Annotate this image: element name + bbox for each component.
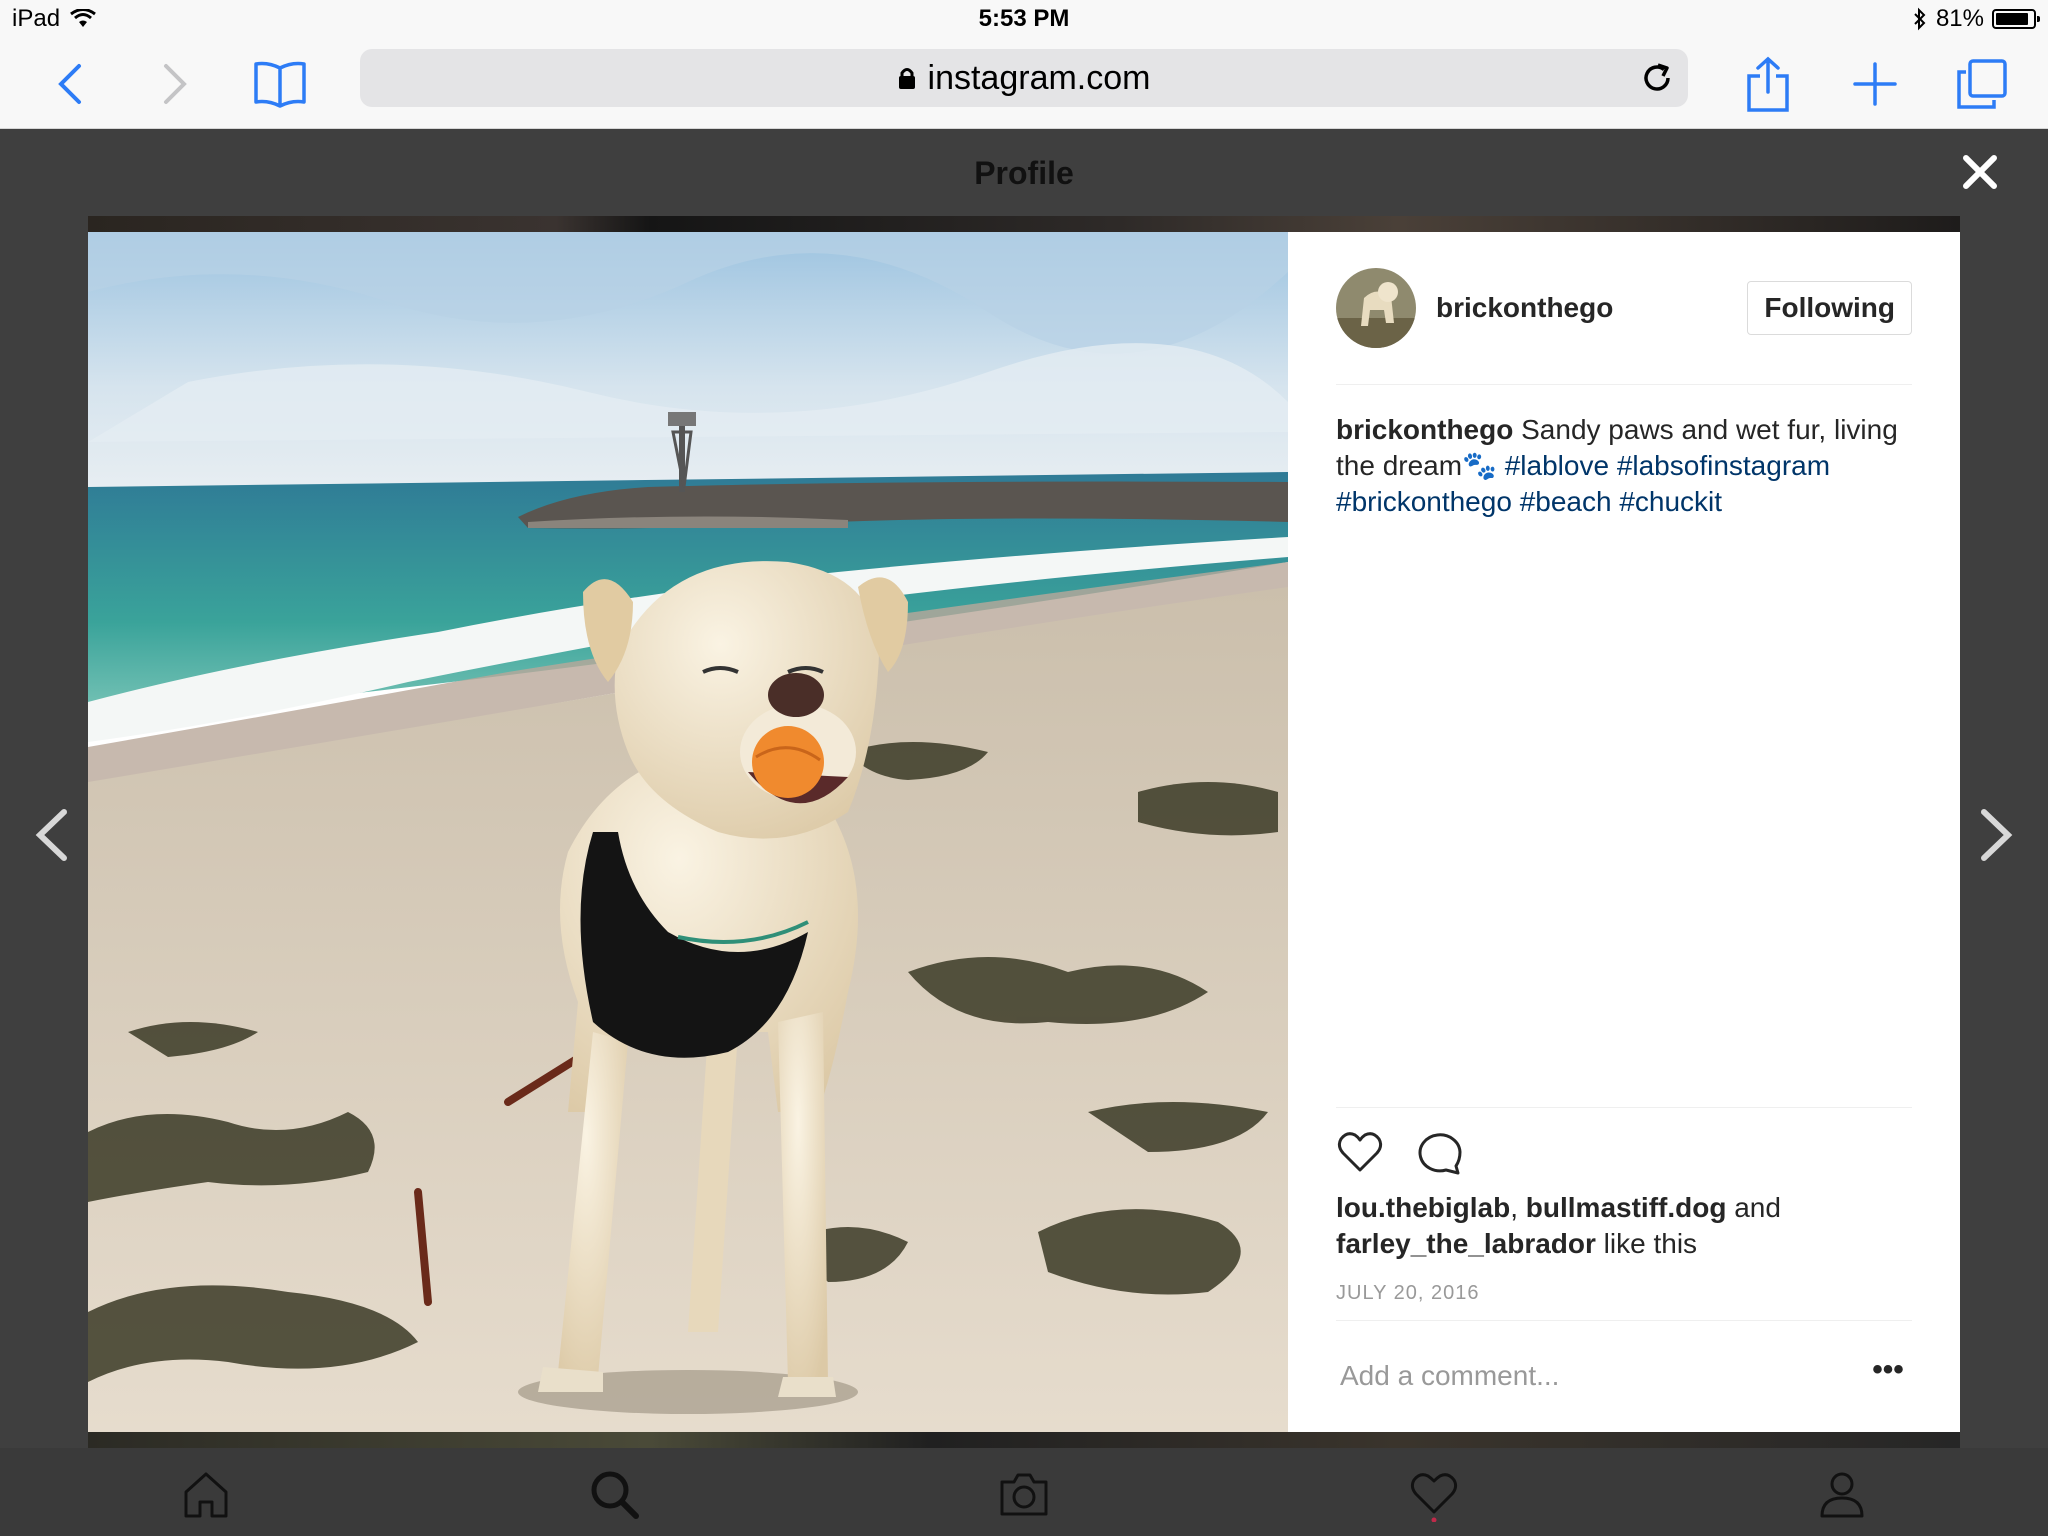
post-date[interactable]: JULY 20, 2016: [1336, 1282, 1479, 1305]
new-tab-button[interactable]: [1845, 54, 1905, 114]
url-text: instagram.com: [927, 58, 1151, 97]
likes-suffix: like this: [1603, 1228, 1698, 1259]
comment-icon[interactable]: [1416, 1128, 1464, 1176]
comment-area: •••: [1336, 1320, 1912, 1433]
likes-summary: lou.thebiglab, bullmastiff.dog and farle…: [1336, 1190, 1912, 1262]
heart-icon[interactable]: [1336, 1128, 1384, 1176]
battery-icon: [1992, 9, 2040, 29]
post-modal: brickonthego Following brickonthego Sand…: [88, 232, 1960, 1432]
hashtag-link[interactable]: #lablove: [1505, 450, 1609, 481]
liker-username[interactable]: farley_the_labrador: [1336, 1228, 1596, 1259]
background-thumbnails-bottom: [88, 1432, 1960, 1448]
previous-post-icon[interactable]: [22, 800, 82, 870]
camera-icon[interactable]: [996, 1466, 1052, 1522]
back-button[interactable]: [40, 54, 100, 114]
post-details-panel: brickonthego Following brickonthego Sand…: [1288, 232, 1960, 1432]
status-time: 5:53 PM: [978, 5, 1070, 32]
lock-icon: [898, 68, 915, 89]
close-icon[interactable]: [1958, 150, 2002, 194]
likes-separator: ,: [1510, 1192, 1518, 1223]
hashtag-link[interactable]: #brickonthego: [1336, 486, 1512, 517]
address-bar[interactable]: instagram.com: [360, 49, 1688, 107]
post-caption: brickonthego Sandy paws and wet fur, liv…: [1336, 412, 1912, 520]
hashtag-link[interactable]: #chuckit: [1619, 486, 1722, 517]
status-right: 81%: [1912, 5, 2040, 33]
home-icon[interactable]: [178, 1466, 234, 1522]
following-button[interactable]: Following: [1747, 281, 1912, 335]
caption-username[interactable]: brickonthego: [1336, 414, 1513, 445]
beach-dog-photo: [88, 232, 1288, 1432]
share-button[interactable]: [1738, 54, 1798, 114]
hashtag-link[interactable]: #beach: [1520, 486, 1612, 517]
background-thumbnails-top: [88, 216, 1960, 232]
profile-icon[interactable]: [1814, 1466, 1870, 1522]
overlay-title: Profile: [974, 155, 1074, 191]
search-icon[interactable]: [586, 1466, 642, 1522]
plus-icon: [1853, 62, 1897, 106]
post-photo[interactable]: [88, 232, 1288, 1432]
browser-toolbar: instagram.com: [0, 40, 2048, 129]
forward-button[interactable]: [145, 54, 205, 114]
tabs-button[interactable]: [1952, 54, 2012, 114]
next-post-icon[interactable]: [1966, 800, 2026, 870]
reload-icon[interactable]: [1638, 59, 1676, 97]
bluetooth-icon: [1914, 7, 1926, 31]
heart-activity-icon[interactable]: [1406, 1466, 1462, 1522]
bottom-nav: [0, 1448, 2048, 1536]
tabs-icon: [1957, 59, 2007, 109]
post-username[interactable]: brickonthego: [1436, 292, 1613, 324]
chevron-right-icon: [164, 64, 187, 104]
bookmarks-button[interactable]: [250, 54, 310, 114]
status-bar: iPad 5:53 PM 81%: [0, 0, 2048, 40]
hashtag-link[interactable]: #labsofinstagram: [1617, 450, 1830, 481]
liker-username[interactable]: bullmastiff.dog: [1526, 1192, 1727, 1223]
comment-input[interactable]: [1336, 1351, 1824, 1401]
chevron-left-icon: [58, 64, 81, 104]
liker-username[interactable]: lou.thebiglab: [1336, 1192, 1510, 1223]
battery-percent: 81%: [1935, 5, 1984, 32]
avatar[interactable]: [1336, 268, 1416, 348]
book-icon: [254, 61, 306, 108]
more-options-button[interactable]: •••: [1864, 1355, 1912, 1395]
share-icon: [1747, 56, 1789, 112]
avatar-image: [1336, 268, 1416, 348]
post-header: brickonthego Following: [1336, 268, 1912, 385]
likes-and: and: [1734, 1192, 1781, 1223]
